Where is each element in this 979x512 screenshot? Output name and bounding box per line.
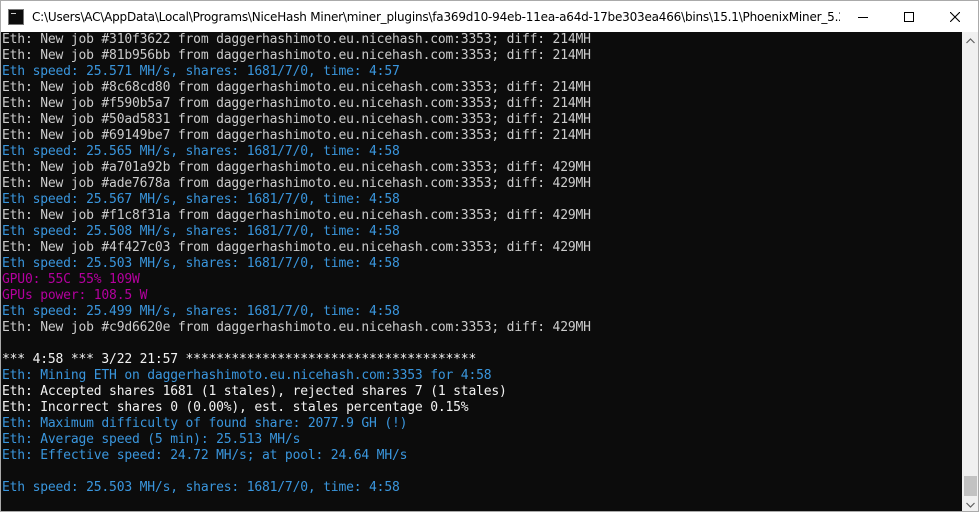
console-app-icon (8, 8, 24, 25)
scroll-down-button[interactable] (962, 496, 978, 511)
console-line: Eth: New job #8c68cd80 from daggerhashim… (2, 80, 591, 95)
console-line: Eth: New job #310f3622 from daggerhashim… (2, 32, 591, 47)
console-line: Eth: New job #f1c8f31a from daggerhashim… (2, 208, 591, 223)
console-line: Eth speed: 25.503 MH/s, shares: 1681/7/0… (2, 256, 400, 271)
window-title: C:\Users\AC\AppData\Local\Programs\NiceH… (32, 9, 840, 24)
console-line: Eth speed: 25.571 MH/s, shares: 1681/7/0… (2, 64, 400, 79)
scroll-up-icon (966, 37, 975, 43)
console-line: Eth speed: 25.508 MH/s, shares: 1681/7/0… (2, 224, 400, 239)
vertical-scrollbar[interactable] (962, 32, 978, 511)
console-line: Eth: Accepted shares 1681 (1 stales), re… (2, 384, 507, 399)
console-line: Eth: New job #a701a92b from daggerhashim… (2, 160, 591, 175)
console-line: Eth speed: 25.503 MH/s, shares: 1681/7/0… (2, 480, 400, 495)
close-icon (950, 11, 960, 22)
maximize-button[interactable] (886, 1, 932, 32)
console-line: *** 4:58 *** 3/22 21:57 ****************… (2, 352, 477, 367)
console-output[interactable]: Eth: New job #310f3622 from daggerhashim… (1, 32, 962, 511)
minimize-icon (858, 16, 868, 18)
console-line: Eth: Incorrect shares 0 (0.00%), est. st… (2, 400, 469, 415)
maximize-icon (904, 11, 914, 22)
console-line: Eth: New job #4f427c03 from daggerhashim… (2, 240, 591, 255)
console-line: GPU0: 55C 55% 109W (2, 272, 140, 287)
console-window: C:\Users\AC\AppData\Local\Programs\NiceH… (0, 0, 979, 512)
console-line: Eth: New job #f590b5a7 from daggerhashim… (2, 96, 591, 111)
console-line: Eth: New job #69149be7 from daggerhashim… (2, 128, 591, 143)
console-line: Eth: Effective speed: 24.72 MH/s; at poo… (2, 448, 408, 463)
console-line: Eth speed: 25.567 MH/s, shares: 1681/7/0… (2, 192, 400, 207)
close-button[interactable] (932, 1, 978, 32)
console-line: Eth: New job #c9d6620e from daggerhashim… (2, 320, 591, 335)
console-line: Eth: Average speed (5 min): 25.513 MH/s (2, 432, 301, 447)
minimize-button[interactable] (840, 1, 886, 32)
console-line: Eth speed: 25.499 MH/s, shares: 1681/7/0… (2, 304, 400, 319)
console-line: Eth: New job #81b956bb from daggerhashim… (2, 48, 591, 63)
console-line: Eth speed: 25.565 MH/s, shares: 1681/7/0… (2, 144, 400, 159)
scroll-down-icon (966, 502, 975, 508)
scroll-up-button[interactable] (962, 32, 978, 49)
title-bar[interactable]: C:\Users\AC\AppData\Local\Programs\NiceH… (1, 1, 978, 32)
console-line: GPUs power: 108.5 W (2, 288, 148, 303)
console-line: Eth: New job #ade7678a from daggerhashim… (2, 176, 591, 191)
scroll-thumb[interactable] (964, 476, 977, 496)
console-lines: Eth: New job #310f3622 from daggerhashim… (2, 32, 591, 496)
console-line: Eth: Maximum difficulty of found share: … (2, 416, 408, 431)
console-line: Eth: Mining ETH on daggerhashimoto.eu.ni… (2, 368, 492, 383)
console-line: Eth: New job #50ad5831 from daggerhashim… (2, 112, 591, 127)
